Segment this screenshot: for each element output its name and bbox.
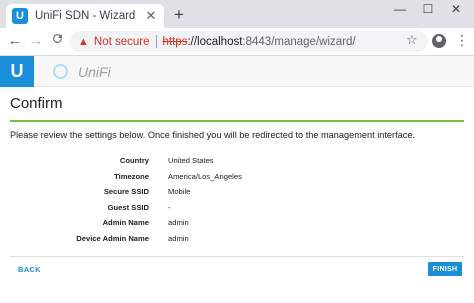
summary-label: Country bbox=[119, 156, 149, 165]
summary-label: Device Admin Name bbox=[76, 233, 149, 243]
summary-label: Admin Name bbox=[102, 218, 149, 227]
summary-row: Timezone America/Los_Angeles bbox=[0, 172, 474, 184]
url-host: ://localhost bbox=[187, 35, 243, 48]
page-title: Confirm bbox=[10, 95, 63, 112]
url-path: :8443/manage/wizard/ bbox=[242, 35, 356, 48]
summary-row: Device Admin Name admin bbox=[0, 234, 474, 246]
account-icon[interactable] bbox=[432, 34, 446, 48]
summary-value: admin bbox=[168, 233, 189, 243]
url-scheme: https bbox=[162, 35, 188, 48]
back-button[interactable]: BACK bbox=[18, 265, 41, 274]
not-secure-label: Not secure bbox=[93, 35, 150, 48]
close-tab-icon[interactable]: ✕ bbox=[144, 8, 158, 24]
unifi-circle-icon bbox=[53, 64, 68, 79]
close-window-icon[interactable]: ✕ bbox=[442, 2, 470, 16]
instructions-text: Please review the settings below. Once f… bbox=[10, 130, 415, 140]
tab-title: UniFi SDN - Wizard bbox=[35, 10, 136, 22]
wizard-progress-bar bbox=[10, 120, 464, 122]
bookmark-star-icon[interactable]: ☆ bbox=[406, 32, 418, 48]
omnibox-divider bbox=[155, 35, 157, 48]
tab-strip: U UniFi SDN - Wizard ✕ + — ☐ ✕ bbox=[0, 0, 474, 28]
minimize-icon[interactable]: — bbox=[386, 2, 414, 16]
browser-toolbar: ← → ▲ Not secure https ://localhost :844… bbox=[0, 28, 474, 56]
summary-label: Guest SSID bbox=[107, 202, 149, 212]
summary-row: Country United States bbox=[0, 156, 474, 168]
summary-value: United States bbox=[168, 156, 214, 165]
warning-triangle-icon: ▲ bbox=[78, 35, 89, 48]
browser-menu-icon[interactable]: ⋮ bbox=[455, 32, 469, 48]
summary-value: Mobile bbox=[168, 187, 191, 196]
finish-button[interactable]: FINISH bbox=[428, 262, 462, 276]
summary-value: - bbox=[168, 202, 171, 212]
summary-row: Guest SSID - bbox=[0, 203, 474, 215]
summary-value: America/Los_Angeles bbox=[168, 171, 242, 181]
browser-tab[interactable]: U UniFi SDN - Wizard ✕ bbox=[6, 4, 164, 28]
summary-row: Admin Name admin bbox=[0, 218, 474, 230]
unifi-logo-icon: U bbox=[0, 56, 34, 87]
summary-row: Secure SSID Mobile bbox=[0, 187, 474, 199]
reload-icon[interactable] bbox=[48, 32, 66, 50]
back-arrow-icon[interactable]: ← bbox=[6, 32, 24, 50]
unifi-wordmark: UniFi bbox=[78, 64, 111, 80]
forward-arrow-icon[interactable]: → bbox=[27, 32, 45, 50]
summary-label: Secure SSID bbox=[103, 187, 149, 196]
reload-glyph-icon bbox=[52, 34, 62, 43]
summary-value: admin bbox=[168, 218, 189, 227]
summary-label: Timezone bbox=[114, 171, 149, 181]
new-tab-icon[interactable]: + bbox=[170, 5, 188, 25]
app-header: U UniFi bbox=[0, 56, 474, 87]
unifi-favicon-icon: U bbox=[12, 8, 28, 24]
footer-divider bbox=[10, 256, 464, 257]
address-bar[interactable]: ▲ Not secure https ://localhost :8443/ma… bbox=[70, 31, 428, 52]
maximize-icon[interactable]: ☐ bbox=[414, 2, 442, 16]
